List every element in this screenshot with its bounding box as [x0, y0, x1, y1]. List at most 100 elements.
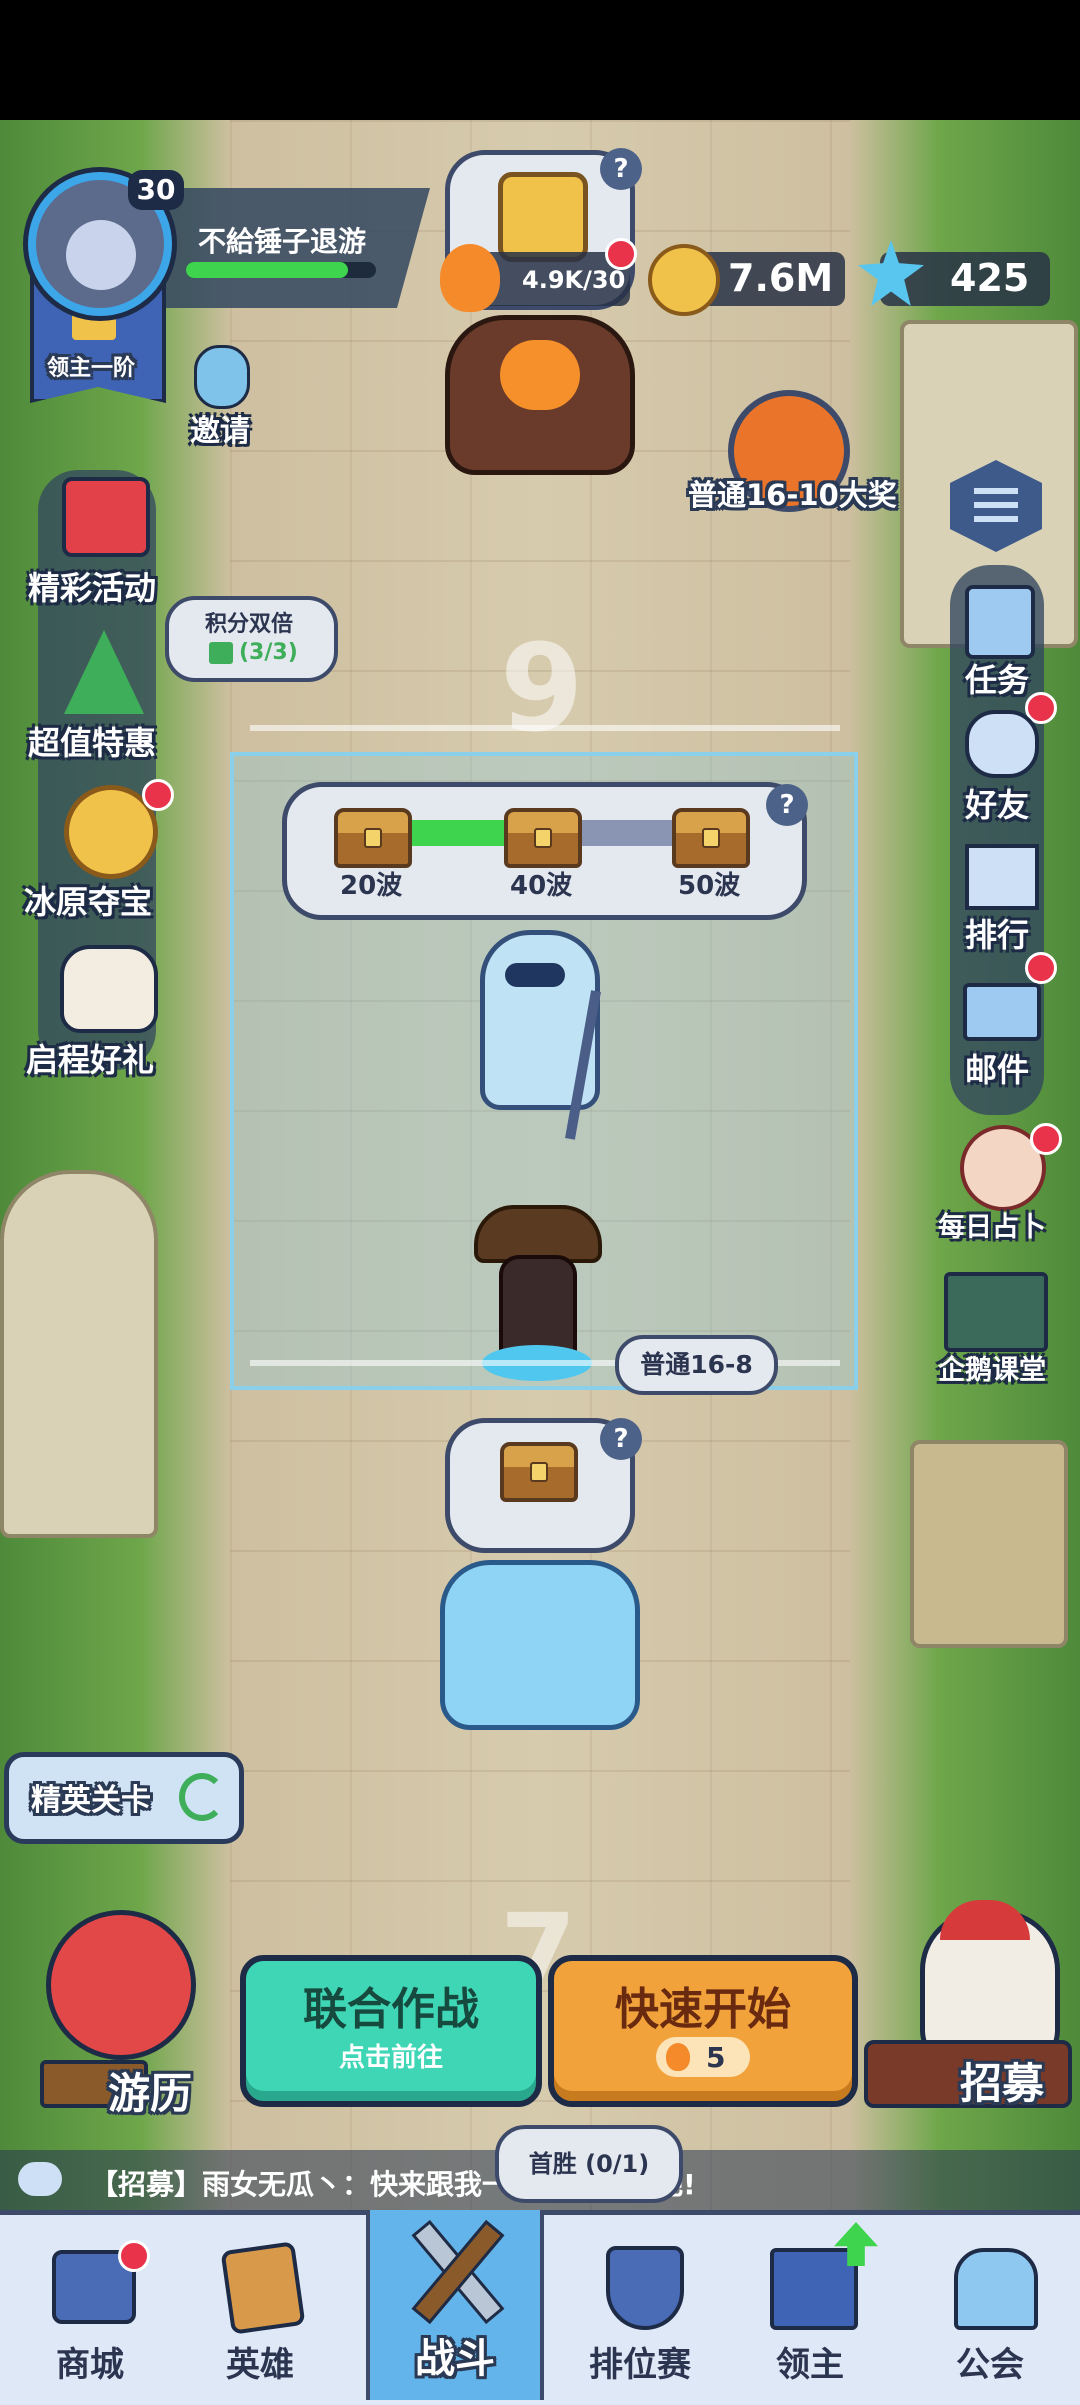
help-icon[interactable]: ?	[600, 148, 642, 190]
lava-golem-enemy[interactable]	[445, 315, 635, 475]
right-menu-item-tasks[interactable]: 任务	[945, 585, 1055, 699]
wave-chest-50[interactable]	[672, 808, 750, 868]
chat-bubble-icon	[18, 2162, 62, 2196]
gem-value: 425	[950, 256, 1030, 300]
first-win-bubble[interactable]: 首胜 (0/1)	[495, 2125, 683, 2203]
ranked-shield-icon	[606, 2246, 684, 2330]
stage-number-top: 9	[500, 620, 584, 759]
quick-start-button[interactable]: 快速开始 5	[548, 1955, 858, 2107]
current-stage-tag[interactable]: 普通16-8	[615, 1335, 778, 1395]
ice-golem-help-icon[interactable]: ?	[600, 1418, 642, 1460]
player-exp-fill	[186, 262, 348, 278]
stamina-cost-icon	[666, 2043, 690, 2071]
current-stage-label: 普通16-8	[640, 1350, 753, 1379]
rank-label: 领主一阶	[47, 356, 136, 381]
gold-value: 7.6M	[728, 256, 834, 300]
stamina-alert-dot	[605, 238, 637, 270]
chat-message: 【招募】雨女无瓜丶：快来跟我一	[90, 2168, 511, 2201]
wave-chest-20[interactable]	[334, 808, 412, 868]
wave-help-icon[interactable]: ?	[766, 784, 808, 826]
quick-start-cost-pill: 5	[656, 2037, 750, 2077]
balloon-icon	[46, 1910, 196, 2060]
battle-swords-icon	[396, 2214, 516, 2325]
invite-button[interactable]: 邀请	[182, 340, 262, 450]
nav-tab-guild[interactable]: 公会	[910, 2210, 1070, 2400]
left-menu-item-journey[interactable]: 启程好礼	[20, 945, 170, 1079]
right-menu-item-rank[interactable]: 排行	[945, 840, 1055, 954]
ice-golem-chest	[500, 1442, 578, 1502]
wave-chest-40[interactable]	[504, 808, 582, 868]
right-menu-label-rank: 排行	[965, 916, 1030, 954]
nav-label-heroes: 英雄	[226, 2345, 294, 2385]
right-menu-item-friends[interactable]: 好友	[945, 710, 1055, 824]
treasure-alert-dot	[142, 779, 174, 811]
penguin-class-button[interactable]: 企鹅课堂	[930, 1268, 1070, 1388]
stamina-fire-icon	[440, 244, 500, 312]
points-double-count: (3/3)	[239, 640, 298, 665]
gift-icon	[62, 477, 150, 557]
daily-fortune-label: 每日占卜	[938, 1212, 1046, 1243]
nav-label-guild: 公会	[956, 2345, 1024, 2385]
left-menu-item-treasure[interactable]: 冰原夺宝	[20, 779, 174, 921]
shop-alert-dot	[118, 2240, 150, 2272]
grand-prize-label: 普通16-10大奖	[688, 478, 897, 512]
nav-tab-heroes[interactable]: 英雄	[180, 2210, 340, 2400]
gold-coin-icon	[648, 244, 720, 316]
left-menu-label-treasure: 冰原夺宝	[24, 883, 153, 921]
first-win-label: 首胜 (0/1)	[528, 2150, 650, 2178]
points-double-title: 积分双倍	[205, 612, 294, 637]
nav-label-ranked: 排位赛	[589, 2345, 691, 2385]
player-exp-track	[186, 262, 376, 278]
nav-tab-battle[interactable]: 战斗	[366, 2210, 544, 2400]
left-menu-label-deals: 超值特惠	[28, 724, 157, 762]
right-menu-label-tasks: 任务	[965, 661, 1030, 699]
left-menu-item-events[interactable]: 精彩活动	[20, 475, 170, 607]
santa-hat	[940, 1900, 1030, 1940]
lava-golem-face	[500, 340, 580, 410]
right-menu-item-mail[interactable]: 邮件	[945, 975, 1055, 1089]
ruin-arch-left	[0, 1170, 158, 1538]
recruit-label: 招募	[960, 2059, 1045, 2108]
nav-label-lord: 领主	[776, 2345, 844, 2385]
stamina-value: 4.9K/30	[522, 266, 626, 294]
player-level: 30	[136, 173, 176, 206]
travel-button[interactable]: 游历	[20, 1910, 220, 2130]
podium-icon	[965, 844, 1039, 910]
ice-golem-enemy[interactable]	[440, 1560, 640, 1730]
left-menu-item-deals[interactable]: 超值特惠	[20, 630, 170, 762]
hero-card-icon	[220, 2241, 306, 2335]
coop-battle-title: 联合作战	[303, 1984, 479, 2035]
right-menu-label-friends: 好友	[965, 786, 1030, 824]
ruin-logs-right	[910, 1440, 1068, 1648]
clipboard-icon	[965, 585, 1035, 659]
nav-tab-shop[interactable]: 商城	[0, 2210, 180, 2400]
avatar-face	[66, 220, 136, 290]
ice-mage-visor	[505, 963, 565, 987]
wave-label-20: 20波	[340, 871, 403, 901]
quick-start-cost: 5	[706, 2041, 726, 2074]
ticket-icon	[209, 642, 233, 664]
elite-stage-button[interactable]: 精英关卡	[4, 1752, 244, 1844]
right-menu-label-mail: 邮件	[965, 1051, 1030, 1089]
wave-label-50: 50波	[678, 871, 741, 901]
fox-icon	[60, 945, 158, 1033]
recruit-button[interactable]: 招募	[860, 1900, 1075, 2130]
mail-icon	[963, 983, 1041, 1041]
friends-icon	[965, 710, 1039, 778]
status-bar	[0, 0, 1080, 120]
elite-stage-label: 精英关卡	[31, 1783, 151, 1818]
invite-label: 邀请	[190, 414, 250, 449]
chalkboard-icon	[944, 1272, 1048, 1352]
player-name: 不給锤子退游	[198, 225, 367, 258]
penguin-icon	[194, 345, 250, 409]
stage-line-top	[250, 725, 840, 731]
quick-start-title: 快速开始	[615, 1984, 791, 2035]
daily-fortune-button[interactable]: 每日占卜	[930, 1123, 1070, 1245]
left-menu-label-journey: 启程好礼	[26, 1041, 155, 1079]
key-icon	[498, 172, 588, 262]
nav-tab-lord[interactable]: 领主	[730, 2210, 890, 2400]
hamburger-icon	[974, 488, 1018, 494]
nav-tab-ranked[interactable]: 排位赛	[560, 2210, 720, 2400]
points-double-bubble[interactable]: 积分双倍 (3/3)	[165, 596, 338, 682]
coop-battle-button[interactable]: 联合作战 点击前往	[240, 1955, 542, 2107]
